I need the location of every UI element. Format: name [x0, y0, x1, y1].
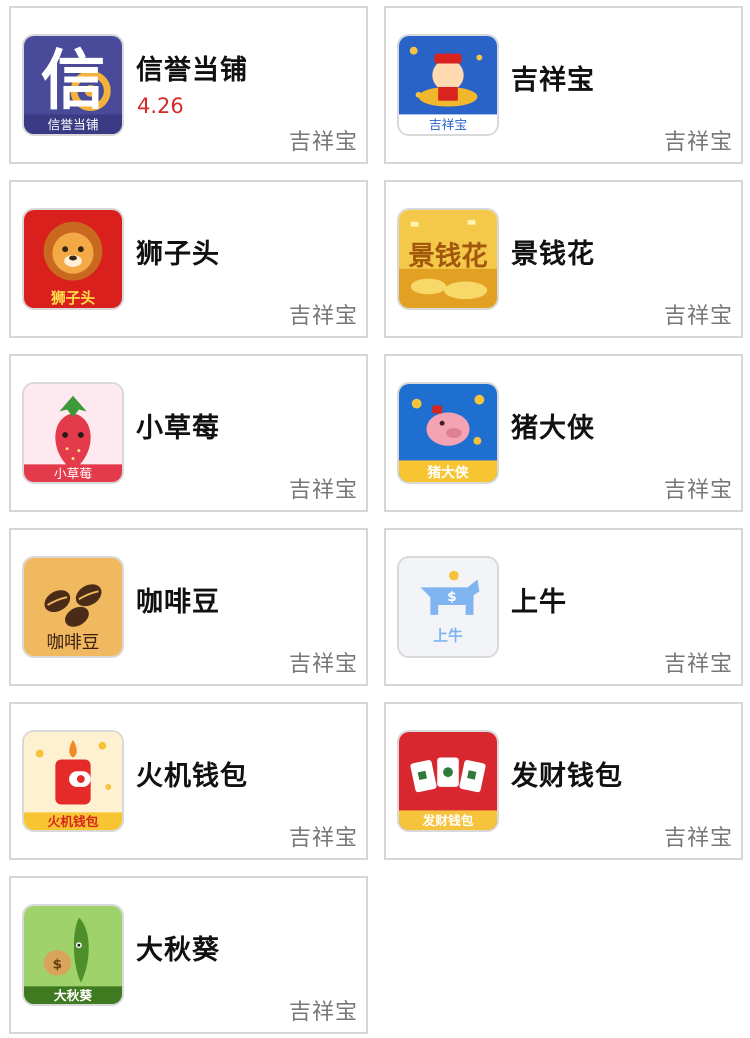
app-name: 小草莓 — [136, 413, 220, 444]
icon-caption: 信誉当铺 — [48, 118, 99, 133]
app-card-kafeidou[interactable]: 咖啡豆 咖啡豆 吉祥宝 — [9, 528, 368, 686]
app-source: 吉祥宝 — [663, 304, 733, 329]
facai-qianbao-app-icon: 发财钱包 — [397, 730, 499, 832]
app-card-daqiukui[interactable]: $ 大秋葵 大秋葵 吉祥宝 — [9, 876, 368, 1034]
jingqianhua-app-icon: 景钱花 — [397, 208, 499, 310]
app-version: 4.26 — [137, 94, 184, 118]
icon-caption: 上牛 — [433, 626, 463, 644]
app-name: 信誉当铺 — [136, 55, 248, 86]
app-card-xiaocaomei[interactable]: 小草莓 小草莓 吉祥宝 — [9, 354, 368, 512]
icon-caption: 猪大侠 — [427, 464, 468, 481]
app-card-facai-qianbao[interactable]: 发财钱包 发财钱包 吉祥宝 — [384, 702, 743, 860]
app-source: 吉祥宝 — [288, 652, 358, 677]
icon-caption: 咖啡豆 — [47, 632, 100, 653]
zhudaxia-app-icon: 猪大侠 — [397, 382, 499, 484]
app-source: 吉祥宝 — [663, 130, 733, 155]
app-source: 吉祥宝 — [288, 826, 358, 851]
app-source: 吉祥宝 — [288, 130, 358, 155]
app-source: 吉祥宝 — [288, 478, 358, 503]
app-source: 吉祥宝 — [663, 478, 733, 503]
icon-glyph-xin: 信 — [41, 44, 106, 119]
app-source: 吉祥宝 — [663, 652, 733, 677]
app-card-zhudaxia[interactable]: 猪大侠 猪大侠 吉祥宝 — [384, 354, 743, 512]
shizitou-app-icon: 狮子头 — [22, 208, 124, 310]
app-name: 上牛 — [511, 587, 567, 618]
app-card-xinyu-dangpu[interactable]: 信 信誉当铺 信誉当铺 4.26 吉祥宝 — [9, 6, 368, 164]
icon-caption: 大秋葵 — [54, 988, 92, 1004]
xiaocaomei-app-icon: 小草莓 — [22, 382, 124, 484]
huoji-qianbao-app-icon: 火机钱包 — [22, 730, 124, 832]
icon-caption: 火机钱包 — [48, 814, 99, 830]
shangniu-app-icon: $ 上牛 — [397, 556, 499, 658]
kafeidou-app-icon: 咖啡豆 — [22, 556, 124, 658]
app-name: 火机钱包 — [136, 761, 248, 792]
svg-text:$: $ — [447, 589, 457, 605]
app-source: 吉祥宝 — [288, 1000, 358, 1025]
icon-caption: 小草莓 — [54, 467, 92, 482]
app-name: 景钱花 — [511, 239, 595, 270]
app-card-jingqianhua[interactable]: 景钱花 景钱花 吉祥宝 — [384, 180, 743, 338]
icon-caption: 发财钱包 — [422, 813, 474, 829]
app-card-shangniu[interactable]: $ 上牛 上牛 吉祥宝 — [384, 528, 743, 686]
icon-caption: 景钱花 — [408, 241, 487, 272]
app-card-huoji-qianbao[interactable]: 火机钱包 火机钱包 吉祥宝 — [9, 702, 368, 860]
icon-caption: 吉祥宝 — [429, 118, 467, 133]
app-source: 吉祥宝 — [663, 826, 733, 851]
app-card-jixiangbao[interactable]: 吉祥宝 吉祥宝 吉祥宝 — [384, 6, 743, 164]
icon-caption: 狮子头 — [50, 289, 95, 307]
app-name: 发财钱包 — [511, 761, 623, 792]
app-name: 猪大侠 — [511, 413, 595, 444]
app-name: 狮子头 — [136, 239, 220, 270]
app-name: 大秋葵 — [136, 935, 220, 966]
app-name: 吉祥宝 — [511, 65, 595, 96]
xinyu-dangpu-app-icon: 信 信誉当铺 — [22, 34, 124, 136]
daqiukui-app-icon: $ 大秋葵 — [22, 904, 124, 1006]
svg-text:$: $ — [53, 957, 63, 973]
app-name: 咖啡豆 — [136, 587, 220, 618]
app-grid: 信 信誉当铺 信誉当铺 4.26 吉祥宝 吉祥宝 吉祥宝 吉祥宝 狮子头 狮子头… — [0, 0, 750, 1038]
app-source: 吉祥宝 — [288, 304, 358, 329]
app-card-shizitou[interactable]: 狮子头 狮子头 吉祥宝 — [9, 180, 368, 338]
jixiangbao-app-icon: 吉祥宝 — [397, 34, 499, 136]
